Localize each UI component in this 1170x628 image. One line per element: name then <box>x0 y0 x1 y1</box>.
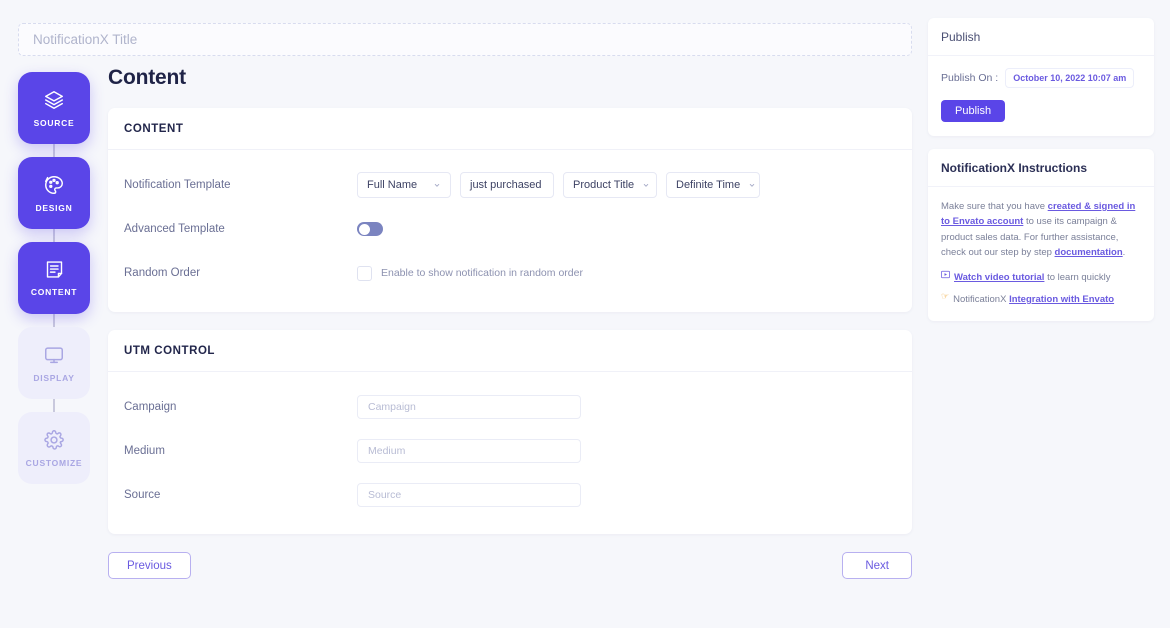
utm-card-heading: UTM CONTROL <box>108 330 912 372</box>
instructions-text-part3: . <box>1122 247 1126 259</box>
sidebar-item-label: DESIGN <box>35 202 73 213</box>
random-order-row: Random Order Enable to show notification… <box>124 256 896 290</box>
utm-campaign-input[interactable] <box>357 395 581 419</box>
notification-template-row: Notification Template Full Name just pur… <box>124 168 896 202</box>
full-name-select-value: Full Name <box>367 179 418 191</box>
app-root: SOURCE DESIGN <box>0 0 1170 628</box>
instructions-panel-heading: NotificationX Instructions <box>928 149 1154 187</box>
layers-icon <box>43 89 65 111</box>
video-icon <box>941 270 950 282</box>
sidebar-item-display[interactable]: DISPLAY <box>18 327 90 399</box>
content-card-heading: CONTENT <box>108 108 912 150</box>
time-format-select[interactable]: Definite Time <box>666 172 760 198</box>
notification-title-field[interactable] <box>18 23 912 56</box>
utm-source-row: Source <box>124 478 896 512</box>
integration-line: ☞ NotificationX Integration with Envato <box>941 290 1141 307</box>
step-rail: SOURCE DESIGN CONTENT DISPLAY CUSTOMIZE <box>18 72 90 497</box>
video-tutorial-text-wrap: Watch video tutorial to learn quickly <box>954 270 1110 285</box>
rail-connector <box>53 144 55 157</box>
toggle-knob <box>358 223 370 235</box>
sidebar-item-label: CONTENT <box>30 287 78 297</box>
sidebar-item-content[interactable]: CONTENT <box>18 242 90 314</box>
utm-medium-row: Medium <box>124 434 896 468</box>
advanced-template-toggle[interactable] <box>357 222 383 236</box>
integration-with-envato-link[interactable]: Integration with Envato <box>1009 294 1114 305</box>
rail-connector <box>53 399 55 412</box>
sidebar-item-label: DISPLAY <box>33 372 75 383</box>
right-sidebar: Publish Publish On : October 10, 2022 10… <box>928 18 1154 334</box>
pointing-hand-icon: ☞ <box>941 290 950 301</box>
utm-source-input[interactable] <box>357 483 581 507</box>
action-text-value: just purchased <box>470 179 542 191</box>
publish-panel: Publish Publish On : October 10, 2022 10… <box>928 18 1154 136</box>
next-button[interactable]: Next <box>842 552 912 579</box>
palette-icon <box>43 174 65 196</box>
chevron-down-icon <box>749 183 755 187</box>
utm-campaign-label: Campaign <box>124 401 177 413</box>
random-order-checkbox[interactable] <box>357 265 372 281</box>
notification-template-label: Notification Template <box>124 179 231 191</box>
publish-on-date[interactable]: October 10, 2022 10:07 am <box>1005 68 1135 88</box>
content-card: CONTENT Notification Template Full Name … <box>108 108 912 312</box>
publish-button[interactable]: Publish <box>941 100 1006 122</box>
instructions-panel: NotificationX Instructions Make sure tha… <box>928 149 1154 321</box>
utm-campaign-row: Campaign <box>124 390 896 424</box>
utm-control-card: UTM CONTROL Campaign Medium Source <box>108 330 912 534</box>
watch-video-tutorial-link[interactable]: Watch video tutorial <box>954 272 1044 283</box>
rail-connector <box>53 314 55 327</box>
time-format-select-value: Definite Time <box>676 179 741 191</box>
random-order-checkbox-text: Enable to show notification in random or… <box>381 267 583 279</box>
sidebar-item-customize[interactable]: CUSTOMIZE <box>18 412 90 484</box>
action-text-field[interactable]: just purchased <box>460 172 554 198</box>
sidebar-item-label: SOURCE <box>33 117 75 128</box>
sidebar-item-design[interactable]: DESIGN <box>18 157 90 229</box>
publish-panel-heading: Publish <box>928 18 1154 56</box>
wizard-nav: Previous Next <box>108 552 912 579</box>
utm-source-label: Source <box>124 489 161 501</box>
advanced-template-label: Advanced Template <box>124 223 225 235</box>
page-title: Content <box>108 66 186 89</box>
notification-title-input[interactable] <box>33 32 897 47</box>
chevron-down-icon <box>434 183 440 187</box>
publish-on-label: Publish On : <box>941 72 999 84</box>
main-content: Content CONTENT Notification Template Fu… <box>108 66 912 579</box>
instructions-paragraph: Make sure that you have created & signed… <box>941 199 1141 261</box>
product-title-select[interactable]: Product Title <box>563 172 657 198</box>
monitor-icon <box>43 344 65 366</box>
full-name-select[interactable]: Full Name <box>357 172 451 198</box>
sidebar-item-source[interactable]: SOURCE <box>18 72 90 144</box>
instructions-text-part1: Make sure that you have <box>941 201 1048 212</box>
random-order-label: Random Order <box>124 267 201 279</box>
gear-icon <box>43 429 65 451</box>
publish-on-row: Publish On : October 10, 2022 10:07 am <box>941 68 1141 88</box>
chevron-down-icon <box>643 183 649 187</box>
utm-medium-input[interactable] <box>357 439 581 463</box>
video-tutorial-suffix: to learn quickly <box>1044 271 1111 283</box>
integration-text-wrap: NotificationX Integration with Envato <box>953 292 1114 307</box>
documentation-link[interactable]: documentation <box>1055 247 1123 258</box>
document-icon <box>44 259 65 280</box>
rail-connector <box>53 229 55 242</box>
advanced-template-row: Advanced Template <box>124 212 896 246</box>
video-tutorial-line: Watch video tutorial to learn quickly <box>941 270 1141 285</box>
integration-prefix: NotificationX <box>953 293 1010 305</box>
previous-button[interactable]: Previous <box>108 552 191 579</box>
product-title-select-value: Product Title <box>573 179 635 191</box>
utm-medium-label: Medium <box>124 445 165 457</box>
sidebar-item-label: CUSTOMIZE <box>25 457 83 468</box>
